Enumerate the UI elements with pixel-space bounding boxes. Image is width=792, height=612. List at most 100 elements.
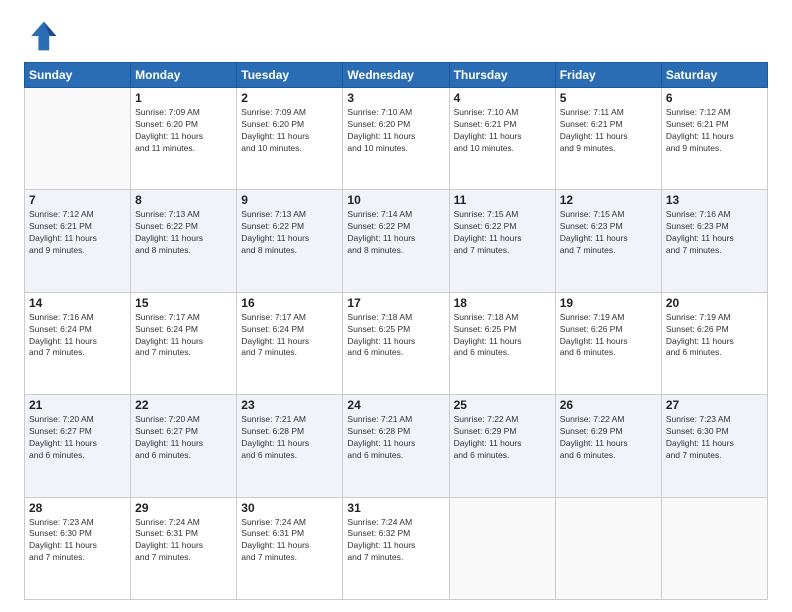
calendar-cell: 7 Sunrise: 7:12 AM Sunset: 6:21 PM Daylig…	[25, 190, 131, 292]
day-number: 9	[241, 193, 338, 207]
calendar-cell: 10 Sunrise: 7:14 AM Sunset: 6:22 PM Dayli…	[343, 190, 449, 292]
calendar-cell	[25, 88, 131, 190]
calendar-cell: 6 Sunrise: 7:12 AM Sunset: 6:21 PM Daylig…	[661, 88, 767, 190]
calendar-cell: 20 Sunrise: 7:19 AM Sunset: 6:26 PM Dayli…	[661, 292, 767, 394]
day-info: Sunrise: 7:15 AM Sunset: 6:23 PM Dayligh…	[560, 209, 657, 257]
calendar-cell: 23 Sunrise: 7:21 AM Sunset: 6:28 PM Dayli…	[237, 395, 343, 497]
day-info: Sunrise: 7:09 AM Sunset: 6:20 PM Dayligh…	[135, 107, 232, 155]
day-info: Sunrise: 7:17 AM Sunset: 6:24 PM Dayligh…	[241, 312, 338, 360]
day-number: 11	[454, 193, 551, 207]
day-number: 20	[666, 296, 763, 310]
day-info: Sunrise: 7:22 AM Sunset: 6:29 PM Dayligh…	[560, 414, 657, 462]
calendar-cell	[449, 497, 555, 599]
day-number: 10	[347, 193, 444, 207]
day-number: 17	[347, 296, 444, 310]
calendar-cell: 5Sunrise: 7:11 AM Sunset: 6:21 PM Daylig…	[555, 88, 661, 190]
calendar-cell: 28 Sunrise: 7:23 AM Sunset: 6:30 PM Dayli…	[25, 497, 131, 599]
calendar-cell: 31 Sunrise: 7:24 AM Sunset: 6:32 PM Dayli…	[343, 497, 449, 599]
calendar-cell: 21Sunrise: 7:20 AM Sunset: 6:27 PM Dayli…	[25, 395, 131, 497]
day-number: 14	[29, 296, 126, 310]
calendar-cell	[555, 497, 661, 599]
calendar-header-friday: Friday	[555, 63, 661, 88]
day-info: Sunrise: 7:13 AM Sunset: 6:22 PM Dayligh…	[135, 209, 232, 257]
day-number: 3	[347, 91, 444, 105]
day-info: Sunrise: 7:15 AM Sunset: 6:22 PM Dayligh…	[454, 209, 551, 257]
day-info: Sunrise: 7:19 AM Sunset: 6:26 PM Dayligh…	[560, 312, 657, 360]
calendar-cell: 25Sunrise: 7:22 AM Sunset: 6:29 PM Dayli…	[449, 395, 555, 497]
calendar-week-row: 21 Sunrise: 7:20 AM Sunset: 6:27 PM Dayli…	[25, 395, 768, 497]
logo-icon	[24, 18, 60, 54]
day-info: Sunrise: 7:24 AM Sunset: 6:31 PM Dayligh…	[135, 517, 232, 565]
calendar-header-tuesday: Tuesday	[237, 63, 343, 88]
day-number: 21	[29, 398, 126, 412]
day-info: Sunrise: 7:17 AM Sunset: 6:24 PM Dayligh…	[135, 312, 232, 360]
logo	[24, 18, 66, 54]
page: SundayMondayTuesdayWednesdayThursdayFrid…	[0, 0, 792, 612]
day-number: 26	[560, 398, 657, 412]
calendar-cell: 26 Sunrise: 7:22 AM Sunset: 6:29 PM Dayli…	[555, 395, 661, 497]
header	[24, 18, 768, 54]
day-number: 18	[454, 296, 551, 310]
day-info: Sunrise: 7:20 AM Sunset: 6:27 PM Dayligh…	[135, 414, 232, 462]
calendar-cell: 18 Sunrise: 7:18 AM Sunset: 6:25 PM Dayli…	[449, 292, 555, 394]
calendar-week-row: 28 Sunrise: 7:23 AM Sunset: 6:30 PM Dayli…	[25, 497, 768, 599]
day-number: 7	[29, 193, 126, 207]
day-info: Sunrise: 7:19 AM Sunset: 6:26 PM Dayligh…	[666, 312, 763, 360]
day-number: 27	[666, 398, 763, 412]
day-number: 6	[666, 91, 763, 105]
calendar-header-row: SundayMondayTuesdayWednesdayThursdayFrid…	[25, 63, 768, 88]
day-number: 1	[135, 91, 232, 105]
day-info: Sunrise: 7:11 AM Sunset: 6:21 PM Dayligh…	[560, 107, 657, 155]
calendar-cell: 16 Sunrise: 7:17 AM Sunset: 6:24 PM Dayli…	[237, 292, 343, 394]
day-number: 8	[135, 193, 232, 207]
day-number: 28	[29, 501, 126, 515]
calendar-header-monday: Monday	[131, 63, 237, 88]
calendar-cell: 29 Sunrise: 7:24 AM Sunset: 6:31 PM Dayli…	[131, 497, 237, 599]
day-info: Sunrise: 7:09 AM Sunset: 6:20 PM Dayligh…	[241, 107, 338, 155]
calendar-cell: 30 Sunrise: 7:24 AM Sunset: 6:31 PM Dayli…	[237, 497, 343, 599]
day-number: 24	[347, 398, 444, 412]
calendar-header-sunday: Sunday	[25, 63, 131, 88]
calendar-cell: 4Sunrise: 7:10 AM Sunset: 6:21 PM Daylig…	[449, 88, 555, 190]
calendar-week-row: 1 Sunrise: 7:09 AM Sunset: 6:20 PM Daylig…	[25, 88, 768, 190]
calendar-cell: 11 Sunrise: 7:15 AM Sunset: 6:22 PM Dayli…	[449, 190, 555, 292]
day-info: Sunrise: 7:21 AM Sunset: 6:28 PM Dayligh…	[347, 414, 444, 462]
calendar-cell: 9 Sunrise: 7:13 AM Sunset: 6:22 PM Daylig…	[237, 190, 343, 292]
day-info: Sunrise: 7:21 AM Sunset: 6:28 PM Dayligh…	[241, 414, 338, 462]
calendar-header-wednesday: Wednesday	[343, 63, 449, 88]
calendar-cell: 3Sunrise: 7:10 AM Sunset: 6:20 PM Daylig…	[343, 88, 449, 190]
calendar-cell: 14 Sunrise: 7:16 AM Sunset: 6:24 PM Dayli…	[25, 292, 131, 394]
calendar-header-thursday: Thursday	[449, 63, 555, 88]
day-info: Sunrise: 7:16 AM Sunset: 6:24 PM Dayligh…	[29, 312, 126, 360]
calendar-cell: 19 Sunrise: 7:19 AM Sunset: 6:26 PM Dayli…	[555, 292, 661, 394]
day-info: Sunrise: 7:18 AM Sunset: 6:25 PM Dayligh…	[454, 312, 551, 360]
day-info: Sunrise: 7:12 AM Sunset: 6:21 PM Dayligh…	[666, 107, 763, 155]
calendar-table: SundayMondayTuesdayWednesdayThursdayFrid…	[24, 62, 768, 600]
day-number: 15	[135, 296, 232, 310]
calendar-cell: 15 Sunrise: 7:17 AM Sunset: 6:24 PM Dayli…	[131, 292, 237, 394]
day-number: 25	[454, 398, 551, 412]
day-info: Sunrise: 7:13 AM Sunset: 6:22 PM Dayligh…	[241, 209, 338, 257]
day-number: 22	[135, 398, 232, 412]
calendar-week-row: 7 Sunrise: 7:12 AM Sunset: 6:21 PM Daylig…	[25, 190, 768, 292]
day-number: 2	[241, 91, 338, 105]
calendar-cell: 2 Sunrise: 7:09 AM Sunset: 6:20 PM Daylig…	[237, 88, 343, 190]
day-number: 23	[241, 398, 338, 412]
day-info: Sunrise: 7:24 AM Sunset: 6:31 PM Dayligh…	[241, 517, 338, 565]
day-number: 31	[347, 501, 444, 515]
day-number: 29	[135, 501, 232, 515]
calendar-cell: 1 Sunrise: 7:09 AM Sunset: 6:20 PM Daylig…	[131, 88, 237, 190]
day-info: Sunrise: 7:14 AM Sunset: 6:22 PM Dayligh…	[347, 209, 444, 257]
day-number: 16	[241, 296, 338, 310]
day-info: Sunrise: 7:12 AM Sunset: 6:21 PM Dayligh…	[29, 209, 126, 257]
day-number: 30	[241, 501, 338, 515]
calendar-cell: 22 Sunrise: 7:20 AM Sunset: 6:27 PM Dayli…	[131, 395, 237, 497]
calendar-cell: 27 Sunrise: 7:23 AM Sunset: 6:30 PM Dayli…	[661, 395, 767, 497]
day-info: Sunrise: 7:24 AM Sunset: 6:32 PM Dayligh…	[347, 517, 444, 565]
day-number: 19	[560, 296, 657, 310]
day-info: Sunrise: 7:23 AM Sunset: 6:30 PM Dayligh…	[666, 414, 763, 462]
calendar-cell	[661, 497, 767, 599]
calendar-week-row: 14 Sunrise: 7:16 AM Sunset: 6:24 PM Dayli…	[25, 292, 768, 394]
day-info: Sunrise: 7:23 AM Sunset: 6:30 PM Dayligh…	[29, 517, 126, 565]
day-info: Sunrise: 7:18 AM Sunset: 6:25 PM Dayligh…	[347, 312, 444, 360]
